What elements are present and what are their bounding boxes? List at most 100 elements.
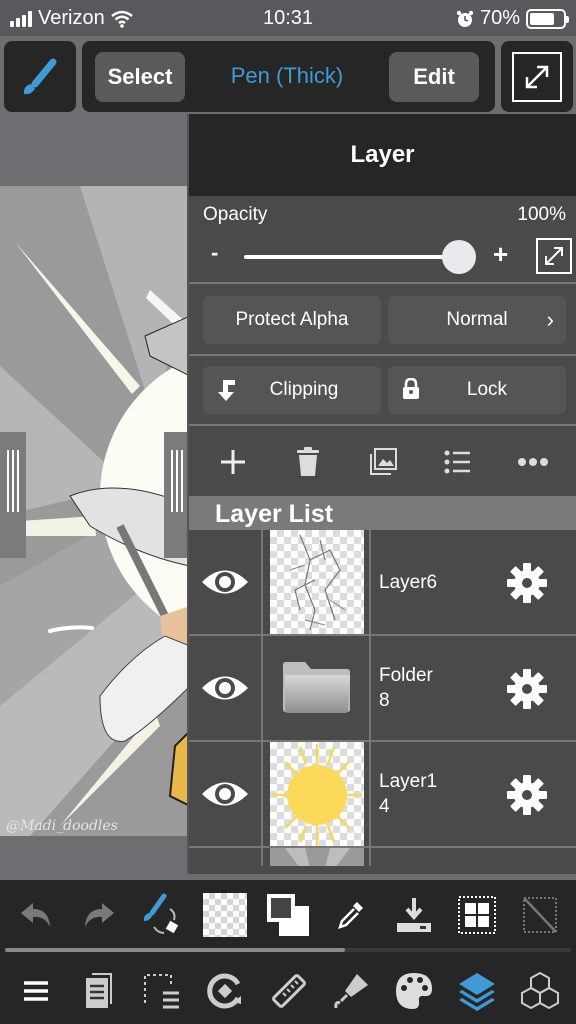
layer-row[interactable]: Layer6 <box>189 530 576 636</box>
opacity-control: Opacity 100% - + <box>189 196 576 284</box>
menu-button[interactable] <box>11 966 61 1016</box>
layer-name: Layer6 <box>379 571 438 593</box>
visibility-toggle[interactable] <box>189 530 263 634</box>
layer-list: Layer6 Folder 8 Layer1 4 <box>189 530 576 866</box>
status-right: 70% <box>456 7 569 30</box>
layer-list-header: Layer List <box>189 496 576 530</box>
folder-icon <box>283 662 351 713</box>
fill-tool-button[interactable] <box>326 966 376 1016</box>
save-download-button[interactable] <box>389 890 439 940</box>
opacity-decrease-button[interactable]: - <box>211 240 218 266</box>
layer-row[interactable] <box>189 848 576 866</box>
more-options-button[interactable] <box>513 442 553 482</box>
brush-tool-button[interactable] <box>4 41 76 112</box>
color-palette-button[interactable] <box>389 966 439 1016</box>
layer-color-swatch[interactable] <box>200 890 250 940</box>
opacity-slider-thumb[interactable] <box>442 240 476 274</box>
layer-name-line2: 4 <box>379 796 390 817</box>
eyedropper-button[interactable] <box>326 890 376 940</box>
layer-panel: Layer Opacity 100% - + Protect Alpha Nor… <box>187 114 576 874</box>
delete-layer-button[interactable] <box>288 442 328 482</box>
current-tool-name[interactable]: Pen (Thick) <box>192 63 382 89</box>
layer-thumbnail-cell[interactable] <box>265 530 371 634</box>
gear-icon[interactable] <box>506 562 548 604</box>
selection-layer-icon <box>143 974 179 1009</box>
opacity-slider-track[interactable] <box>244 255 459 259</box>
transform-rotate-button[interactable] <box>200 966 250 1016</box>
chevron-right-icon: › <box>546 307 554 332</box>
clipping-button[interactable]: Clipping <box>203 366 381 414</box>
redo-icon <box>84 903 114 927</box>
layer-panel-body: Opacity 100% - + Protect Alpha Normal › … <box>189 196 576 874</box>
color-button[interactable] <box>263 890 313 940</box>
materials-button[interactable] <box>515 966 565 1016</box>
lock-icon <box>402 377 420 406</box>
toolbar-scrollbar-thumb[interactable] <box>5 948 345 952</box>
pages-icon <box>85 973 112 1008</box>
palette-icon <box>396 973 433 1009</box>
grid-select-button[interactable] <box>452 890 502 940</box>
clipping-label: Clipping <box>269 379 339 400</box>
deselect-button[interactable] <box>515 890 565 940</box>
lock-button[interactable]: Lock <box>388 366 566 414</box>
layer-name-line1: Folder <box>379 665 433 686</box>
alarm-icon <box>456 10 474 27</box>
color-fg-bg-icon <box>266 894 309 936</box>
blend-mode-label: Normal <box>446 309 508 330</box>
layer-list-menu-button[interactable] <box>438 442 478 482</box>
artwork-canvas[interactable]: @Madi_doodles <box>0 186 190 836</box>
main-toolbar <box>0 956 576 1024</box>
pages-button[interactable] <box>74 966 124 1016</box>
eye-icon <box>202 676 248 700</box>
layer-row[interactable]: Folder 8 <box>189 636 576 742</box>
clipping-arrow-icon <box>217 378 239 408</box>
layer-thumbnail-cell[interactable] <box>265 848 371 866</box>
artwork-drawing <box>0 186 190 836</box>
redo-button[interactable] <box>74 890 124 940</box>
toolbar-scrollbar[interactable] <box>5 948 571 952</box>
layer-thumbnail <box>270 848 364 866</box>
layer-row[interactable]: Layer1 4 <box>189 742 576 848</box>
layers-button[interactable] <box>452 966 502 1016</box>
gear-icon[interactable] <box>506 774 548 816</box>
layer-actions <box>189 428 576 496</box>
tool-mode-group: Select Pen (Thick) Edit <box>82 41 495 112</box>
opacity-expand-button[interactable] <box>536 238 572 274</box>
battery-icon <box>526 8 569 29</box>
opacity-increase-button[interactable]: + <box>493 239 508 270</box>
fullscreen-button[interactable] <box>501 41 573 112</box>
status-bar: Verizon 10:31 70% <box>0 0 576 36</box>
fill-icon <box>334 974 369 1009</box>
visibility-toggle[interactable] <box>189 636 263 740</box>
layer-name-line2: 8 <box>379 690 390 711</box>
blend-mode-button[interactable]: Normal › <box>388 296 566 344</box>
expand-arrows-icon <box>512 51 562 102</box>
bottom-toolbar <box>0 880 576 1024</box>
rotate-icon <box>207 973 241 1009</box>
opacity-value: 100% <box>517 204 566 225</box>
add-layer-icon <box>220 450 245 474</box>
selection-layer-button[interactable] <box>137 966 187 1016</box>
brush-swap-icon <box>143 893 180 935</box>
visibility-toggle[interactable] <box>189 848 263 866</box>
clip-lock-row: Clipping Lock <box>189 356 576 426</box>
add-layer-button[interactable] <box>213 442 253 482</box>
layer-thumbnail-cell[interactable] <box>265 742 371 846</box>
protect-alpha-button[interactable]: Protect Alpha <box>203 296 381 344</box>
select-button[interactable]: Select <box>95 52 185 102</box>
brush-eraser-swap-button[interactable] <box>137 890 187 940</box>
download-icon <box>397 898 432 932</box>
materials-icon <box>521 971 560 1010</box>
eye-icon <box>202 570 248 594</box>
brush-icon <box>23 58 57 94</box>
import-image-button[interactable] <box>363 442 403 482</box>
layer-thumbnail-cell[interactable] <box>265 636 371 740</box>
visibility-toggle[interactable] <box>189 742 263 846</box>
left-scroll-handle[interactable] <box>0 432 26 558</box>
layer-thumbnail <box>270 530 364 634</box>
edit-button[interactable]: Edit <box>389 52 479 102</box>
layers-icon <box>459 973 496 1011</box>
gear-icon[interactable] <box>506 668 548 710</box>
undo-button[interactable] <box>11 890 61 940</box>
ruler-button[interactable] <box>263 966 313 1016</box>
